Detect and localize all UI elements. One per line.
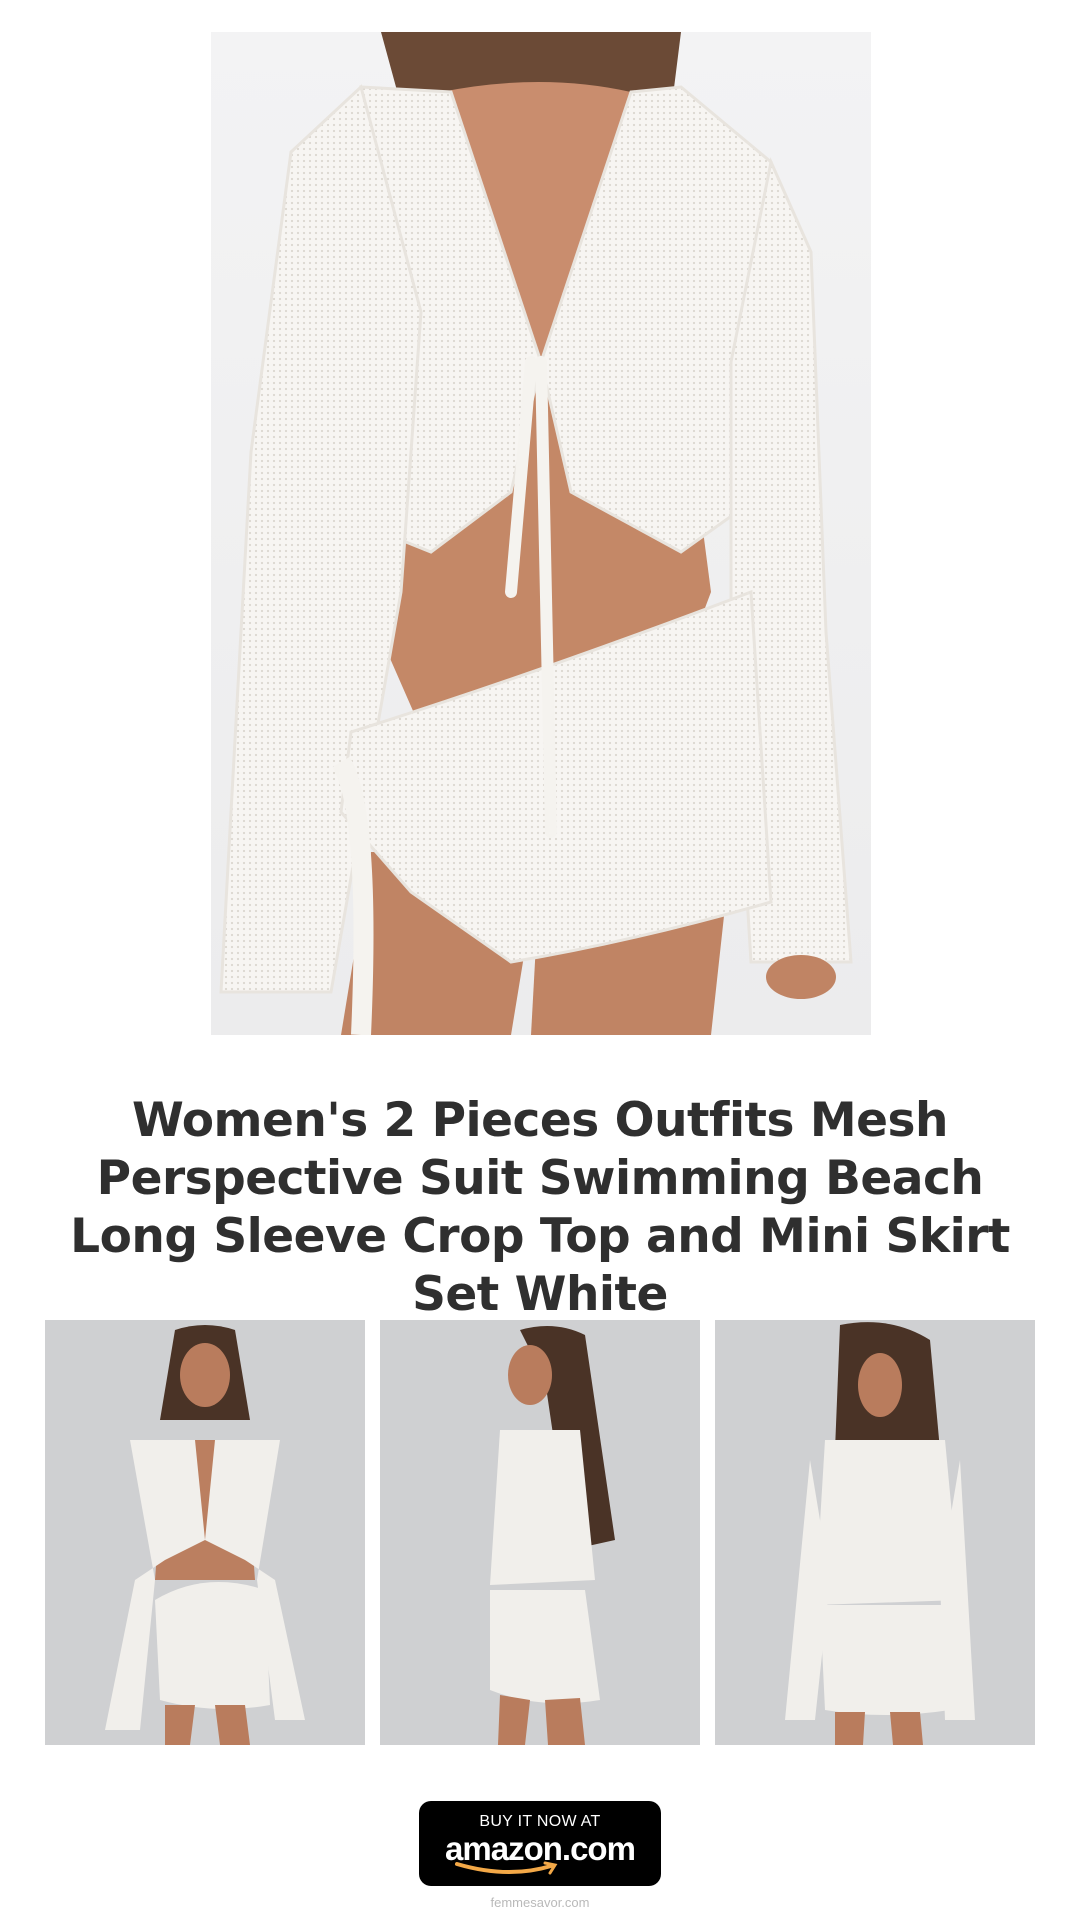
thumbnail-front-view[interactable] xyxy=(45,1320,365,1745)
hero-product-image xyxy=(211,32,871,1035)
thumbnail-back-view[interactable] xyxy=(715,1320,1035,1745)
thumbnail-side-view[interactable] xyxy=(380,1320,700,1745)
amazon-smile-icon xyxy=(455,1861,558,1875)
product-title: Women's 2 Pieces Outfits Mesh Perspectiv… xyxy=(70,1093,1010,1322)
buy-on-amazon-button[interactable]: BUY IT NOW AT amazon.com xyxy=(419,1801,661,1886)
footer-site-label: femmesavor.com xyxy=(490,1895,590,1910)
buy-button-top-label: BUY IT NOW AT xyxy=(479,1813,601,1830)
thumbnail-gallery xyxy=(45,1320,1035,1745)
